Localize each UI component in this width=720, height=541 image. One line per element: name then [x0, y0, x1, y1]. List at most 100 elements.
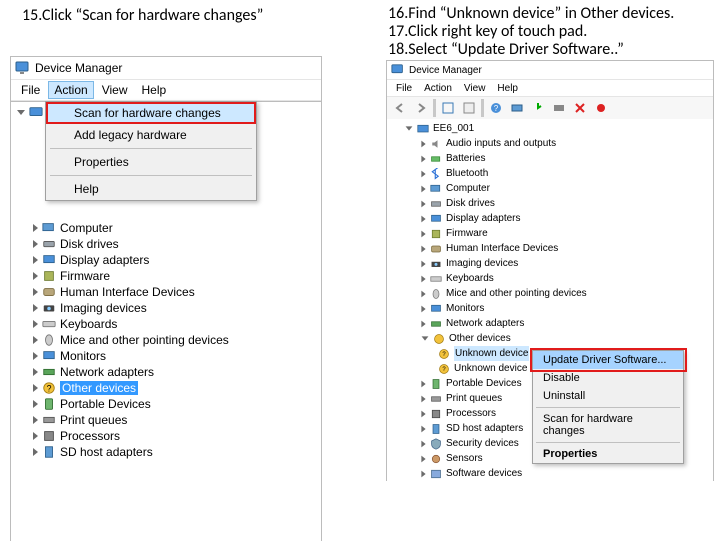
cat-mice[interactable]: Mice and other pointing devices	[11, 332, 321, 348]
cat-computer[interactable]: Computer	[11, 220, 321, 236]
menu-action[interactable]: Action	[419, 82, 457, 95]
printer-icon	[42, 413, 56, 427]
cat-bluetooth[interactable]: Bluetooth	[387, 166, 713, 181]
menu-item-properties[interactable]: Properties	[46, 151, 256, 173]
cat-processors[interactable]: Processors	[11, 428, 321, 444]
cat-firmware[interactable]: Firmware	[11, 268, 321, 284]
cat-software[interactable]: Software devices	[387, 466, 713, 481]
cat-hid[interactable]: Human Interface Devices	[11, 284, 321, 300]
tb-back-icon[interactable]	[391, 99, 409, 117]
tree-root[interactable]: EE6_001	[387, 121, 713, 136]
other-devices-icon	[433, 333, 445, 345]
cat-display[interactable]: Display adapters	[387, 211, 713, 226]
menu-help[interactable]: Help	[136, 81, 173, 99]
tb-forward-icon[interactable]	[412, 99, 430, 117]
tb-disable-icon[interactable]	[571, 99, 589, 117]
cat-firmware[interactable]: Firmware	[387, 226, 713, 241]
security-icon	[430, 438, 442, 450]
cat-audio[interactable]: Audio inputs and outputs	[387, 136, 713, 151]
disk-icon	[42, 237, 56, 251]
menu-help[interactable]: Help	[492, 82, 523, 95]
chevron-right-icon	[421, 455, 425, 462]
cat-other-devices[interactable]: Other devices	[387, 331, 713, 346]
menu-view[interactable]: View	[459, 82, 491, 95]
menu-file[interactable]: File	[391, 82, 417, 95]
network-icon	[430, 318, 442, 330]
sensor-icon	[430, 453, 442, 465]
menu-file[interactable]: File	[15, 81, 46, 99]
tb-show-hidden-icon[interactable]	[439, 99, 457, 117]
bluetooth-icon	[430, 168, 442, 180]
label: Mice and other pointing devices	[446, 286, 587, 301]
network-icon	[42, 365, 56, 379]
cat-monitors[interactable]: Monitors	[11, 348, 321, 364]
camera-icon	[42, 301, 56, 315]
cat-imaging[interactable]: Imaging devices	[11, 300, 321, 316]
menu-item-help[interactable]: Help	[46, 178, 256, 200]
cat-monitors[interactable]: Monitors	[387, 301, 713, 316]
cat-keyboards[interactable]: Keyboards	[11, 316, 321, 332]
label: Network adapters	[60, 365, 154, 379]
label: Display adapters	[60, 253, 149, 267]
ctx-update-driver[interactable]: Update Driver Software...	[533, 351, 683, 369]
tb-update-icon[interactable]	[529, 99, 547, 117]
ctx-separator	[536, 442, 680, 443]
battery-icon	[430, 153, 442, 165]
cat-network[interactable]: Network adapters	[11, 364, 321, 380]
svg-text:?: ?	[494, 104, 499, 113]
chevron-right-icon	[421, 410, 425, 417]
chevron-right-icon	[33, 400, 38, 408]
cat-display-adapters[interactable]: Display adapters	[11, 252, 321, 268]
display-icon	[430, 213, 442, 225]
cat-mice[interactable]: Mice and other pointing devices	[387, 286, 713, 301]
portable-icon	[42, 397, 56, 411]
toolbar: ?	[387, 97, 713, 120]
sd-icon	[430, 423, 442, 435]
tb-scan-icon[interactable]	[508, 99, 526, 117]
cat-keyboards[interactable]: Keyboards	[387, 271, 713, 286]
label: Display adapters	[446, 211, 520, 226]
tb-properties-icon[interactable]	[460, 99, 478, 117]
cat-network[interactable]: Network adapters	[387, 316, 713, 331]
label: Bluetooth	[446, 166, 488, 181]
ctx-disable[interactable]: Disable	[533, 369, 683, 387]
instruction-15: 15.Click “Scan for hardware changes”	[22, 6, 263, 25]
tb-enable-icon[interactable]	[592, 99, 610, 117]
chevron-right-icon	[421, 155, 425, 162]
cat-print-queues[interactable]: Print queues	[11, 412, 321, 428]
tb-uninstall-icon[interactable]	[550, 99, 568, 117]
menu-item-scan-hardware[interactable]: Scan for hardware changes	[46, 102, 256, 124]
ctx-scan-hardware[interactable]: Scan for hardware changes	[533, 410, 683, 440]
root-label: EE6_001	[433, 121, 474, 136]
audio-icon	[430, 138, 442, 150]
cat-portable[interactable]: Portable Devices	[11, 396, 321, 412]
chevron-right-icon	[33, 272, 38, 280]
cat-other-devices[interactable]: ?Other devices	[11, 380, 321, 396]
cat-disk-drives[interactable]: Disk drives	[11, 236, 321, 252]
chevron-right-icon	[33, 288, 38, 296]
cat-sd-host[interactable]: SD host adapters	[11, 444, 321, 460]
chevron-right-icon	[421, 215, 425, 222]
label: Firmware	[60, 269, 110, 283]
label: Security devices	[446, 436, 519, 451]
cat-disk[interactable]: Disk drives	[387, 196, 713, 211]
cat-batteries[interactable]: Batteries	[387, 151, 713, 166]
menu-action[interactable]: Action	[48, 81, 93, 99]
context-menu: Update Driver Software... Disable Uninst…	[532, 350, 684, 464]
chevron-right-icon	[421, 440, 425, 447]
cpu-icon	[430, 408, 442, 420]
cat-hid[interactable]: Human Interface Devices	[387, 241, 713, 256]
menu-item-add-legacy[interactable]: Add legacy hardware	[46, 124, 256, 146]
cat-imaging[interactable]: Imaging devices	[387, 256, 713, 271]
label: Processors	[446, 406, 496, 421]
chevron-right-icon	[421, 470, 425, 477]
label: Portable Devices	[60, 397, 151, 411]
ctx-properties[interactable]: Properties	[533, 445, 683, 463]
portable-icon	[430, 378, 442, 390]
ctx-uninstall[interactable]: Uninstall	[533, 387, 683, 405]
chevron-right-icon	[421, 275, 425, 282]
menu-view[interactable]: View	[96, 81, 134, 99]
display-icon	[42, 253, 56, 267]
tb-help-icon[interactable]: ?	[487, 99, 505, 117]
cat-computer[interactable]: Computer	[387, 181, 713, 196]
